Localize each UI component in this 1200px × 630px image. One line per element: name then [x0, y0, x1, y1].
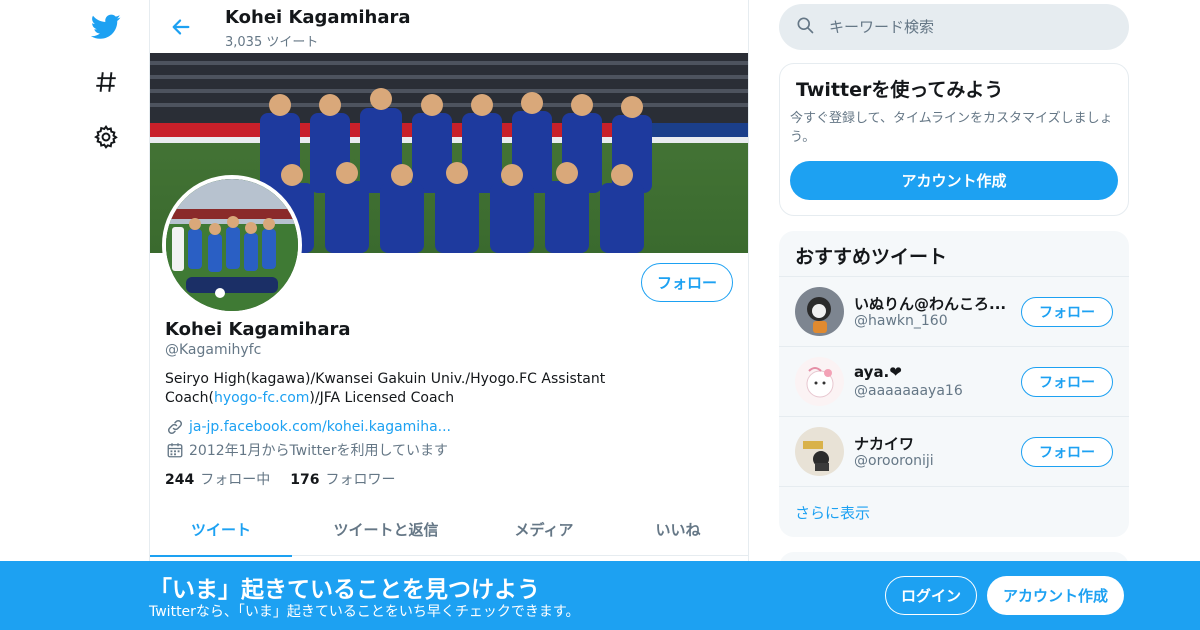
recommended-handle: @aaaaaaaya16: [854, 383, 963, 399]
recommended-name: ナカイワ: [854, 435, 915, 453]
avatar: [795, 357, 844, 406]
list-item[interactable]: aya.❤ @aaaaaaaya16 フォロー: [779, 346, 1129, 416]
signup-banner: 「いま」起きていることを見つけよう Twitterなら、「いま」起きていることを…: [0, 561, 1200, 630]
list-item[interactable]: ナカイワ @orooroniji フォロー: [779, 416, 1129, 486]
follow-button[interactable]: フォロー: [1021, 367, 1113, 397]
tab-tweets[interactable]: ツイート: [150, 503, 292, 557]
avatar: [795, 427, 844, 476]
profile-stats: 244 フォロー中 176 フォロワー: [165, 469, 415, 489]
recommended-title: おすすめツイート: [795, 246, 948, 268]
signup-card-title: Twitterを使ってみよう: [796, 79, 1004, 101]
profile-handle: @Kagamihyfc: [165, 342, 262, 358]
bio-link[interactable]: hyogo-fc.com: [214, 390, 309, 406]
bio-tail: )/JFA Licensed Coach: [309, 390, 455, 406]
hashtag-icon[interactable]: [82, 58, 130, 106]
tab-likes[interactable]: いいね: [608, 503, 748, 556]
recommended-card: おすすめツイート いぬりん@わんころ... @hawkn_160 フォロー ay…: [779, 231, 1129, 537]
banner-title: 「いま」起きていることを見つけよう: [149, 577, 540, 603]
left-nav: [82, 0, 130, 630]
follow-button[interactable]: フォロー: [1021, 297, 1113, 327]
create-account-button[interactable]: アカウント作成: [790, 161, 1118, 200]
profile-header-bar: Kohei Kagamihara 3,035 ツイート: [150, 0, 748, 53]
tab-tweets-and-replies[interactable]: ツイートと返信: [292, 503, 480, 556]
avatar: [795, 287, 844, 336]
recommended-name: aya.❤: [854, 363, 902, 381]
following-label: フォロー中: [200, 472, 271, 488]
list-item[interactable]: いぬりん@わんころ... @hawkn_160 フォロー: [779, 276, 1129, 346]
banner-subtitle: Twitterなら、「いま」起きていることをいち早くチェックできます。: [149, 604, 580, 620]
followers-count: 176: [290, 472, 320, 488]
profile-name: Kohei Kagamihara: [165, 319, 351, 340]
signup-card: Twitterを使ってみよう 今すぐ登録して、タイムラインをカスタマイズしましょ…: [779, 63, 1129, 216]
twitter-bird-icon[interactable]: [82, 3, 130, 51]
profile-column: Kohei Kagamihara 3,035 ツイート フォロー Kohei K…: [149, 0, 749, 630]
gear-icon[interactable]: [82, 113, 130, 161]
search-box[interactable]: [779, 4, 1129, 50]
calendar-icon: [165, 441, 185, 459]
website-link[interactable]: ja-jp.facebook.com/kohei.kagamiha...: [189, 419, 451, 435]
tab-media[interactable]: メディア: [480, 503, 608, 556]
signup-card-description: 今すぐ登録して、タイムラインをカスタマイズしましょう。: [790, 111, 1113, 145]
profile-bio: Seiryo High(kagawa)/Kwansei Gakuin Univ.…: [165, 370, 705, 408]
following-stat[interactable]: 244 フォロー中: [165, 469, 270, 489]
follow-button[interactable]: フォロー: [1021, 437, 1113, 467]
header-name: Kohei Kagamihara: [225, 7, 411, 28]
show-more-link[interactable]: さらに表示: [795, 502, 870, 523]
link-icon: [165, 418, 185, 436]
followers-label: フォロワー: [325, 472, 396, 488]
header-tweet-count: 3,035 ツイート: [225, 35, 319, 50]
joined-row: 2012年1月からTwitterを利用しています: [165, 440, 448, 460]
recommended-handle: @orooroniji: [854, 453, 934, 469]
joined-date: 2012年1月からTwitterを利用しています: [189, 443, 449, 459]
recommended-handle: @hawkn_160: [854, 313, 948, 329]
followers-stat[interactable]: 176 フォロワー: [290, 469, 395, 489]
profile-avatar[interactable]: [162, 175, 302, 315]
search-input[interactable]: [829, 18, 1109, 36]
search-icon: [795, 15, 815, 39]
login-button[interactable]: ログイン: [885, 576, 977, 615]
back-arrow-icon[interactable]: [164, 10, 198, 44]
recommended-name: いぬりん@わんころ...: [854, 295, 1007, 313]
website-row: ja-jp.facebook.com/kohei.kagamiha...: [165, 418, 451, 436]
profile-tabs: ツイート ツイートと返信 メディア いいね: [150, 503, 748, 557]
follow-button[interactable]: フォロー: [641, 263, 733, 302]
following-count: 244: [165, 472, 195, 488]
signup-button[interactable]: アカウント作成: [987, 576, 1124, 615]
